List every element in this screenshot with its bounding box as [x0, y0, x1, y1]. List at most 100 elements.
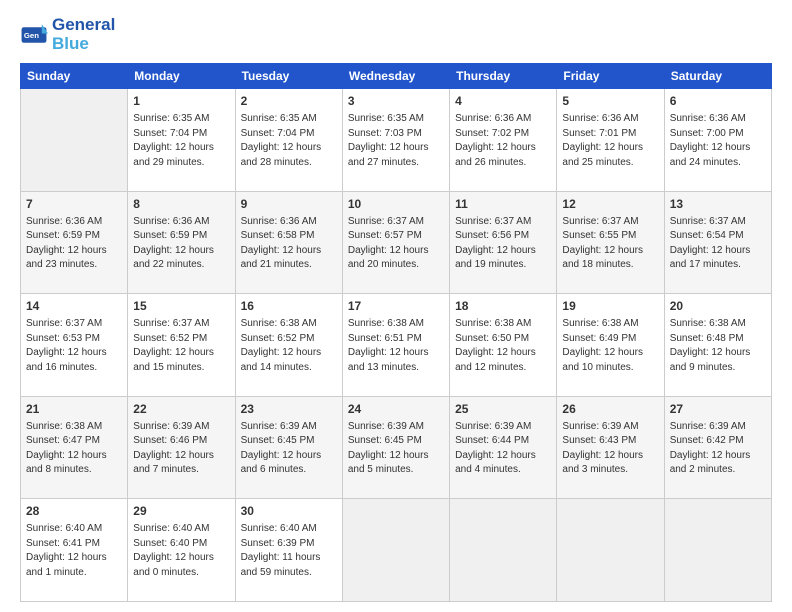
- calendar-cell: 29Sunrise: 6:40 AM Sunset: 6:40 PM Dayli…: [128, 499, 235, 602]
- calendar-cell: [557, 499, 664, 602]
- day-number: 21: [26, 401, 122, 418]
- day-number: 7: [26, 196, 122, 213]
- calendar-cell: 9 Sunrise: 6:36 AM Sunset: 6:58 PM Daylig…: [235, 191, 342, 294]
- day-number: 30: [241, 503, 337, 520]
- day-info: Sunrise: 6:37 AM Sunset: 6:54 PM Dayligh…: [670, 215, 766, 273]
- day-number: 6: [670, 93, 766, 110]
- calendar-cell: 27 Sunrise: 6:39 AM Sunset: 6:42 PM Dayli…: [664, 396, 771, 499]
- day-info: Sunrise: 6:37 AM Sunset: 6:52 PM Dayligh…: [133, 317, 229, 375]
- calendar-cell: 5 Sunrise: 6:36 AM Sunset: 7:01 PM Daylig…: [557, 89, 664, 192]
- day-number: 13: [670, 196, 766, 213]
- calendar-cell: 6 Sunrise: 6:36 AM Sunset: 7:00 PM Daylig…: [664, 89, 771, 192]
- calendar-cell: 25 Sunrise: 6:39 AM Sunset: 6:44 PM Dayli…: [450, 396, 557, 499]
- calendar-header-row: SundayMondayTuesdayWednesdayThursdayFrid…: [21, 64, 772, 89]
- day-number: 1: [133, 93, 229, 110]
- day-number: 26: [562, 401, 658, 418]
- calendar-cell: 30 Sunrise: 6:40 AM Sunset: 6:39 PM Dayli…: [235, 499, 342, 602]
- calendar-cell: [450, 499, 557, 602]
- day-number: 5: [562, 93, 658, 110]
- weekday-header-wednesday: Wednesday: [342, 64, 449, 89]
- day-number: 27: [670, 401, 766, 418]
- day-info: Sunrise: 6:39 AM Sunset: 6:46 PM Dayligh…: [133, 420, 229, 478]
- day-number: 15: [133, 298, 229, 315]
- calendar-cell: 22Sunrise: 6:39 AM Sunset: 6:46 PM Dayli…: [128, 396, 235, 499]
- day-info: Sunrise: 6:39 AM Sunset: 6:43 PM Dayligh…: [562, 420, 658, 478]
- weekday-header-tuesday: Tuesday: [235, 64, 342, 89]
- calendar-cell: 8 Sunrise: 6:36 AM Sunset: 6:59 PM Daylig…: [128, 191, 235, 294]
- day-info: Sunrise: 6:39 AM Sunset: 6:45 PM Dayligh…: [241, 420, 337, 478]
- day-number: 9: [241, 196, 337, 213]
- page: Gen General Blue SundayMondayTuesdayWedn…: [0, 0, 792, 612]
- calendar-week-2: 7 Sunrise: 6:36 AM Sunset: 6:59 PM Daylig…: [21, 191, 772, 294]
- calendar-cell: 19 Sunrise: 6:38 AM Sunset: 6:49 PM Dayli…: [557, 294, 664, 397]
- calendar-cell: 18Sunrise: 6:38 AM Sunset: 6:50 PM Dayli…: [450, 294, 557, 397]
- calendar-cell: 17 Sunrise: 6:38 AM Sunset: 6:51 PM Dayli…: [342, 294, 449, 397]
- day-info: Sunrise: 6:38 AM Sunset: 6:51 PM Dayligh…: [348, 317, 444, 375]
- day-info: Sunrise: 6:36 AM Sunset: 6:58 PM Dayligh…: [241, 215, 337, 273]
- calendar-week-4: 21 Sunrise: 6:38 AM Sunset: 6:47 PM Dayli…: [21, 396, 772, 499]
- day-info: Sunrise: 6:39 AM Sunset: 6:44 PM Dayligh…: [455, 420, 551, 478]
- calendar-cell: 20 Sunrise: 6:38 AM Sunset: 6:48 PM Dayli…: [664, 294, 771, 397]
- day-number: 23: [241, 401, 337, 418]
- day-number: 17: [348, 298, 444, 315]
- calendar-cell: 13 Sunrise: 6:37 AM Sunset: 6:54 PM Dayli…: [664, 191, 771, 294]
- logo: Gen General Blue: [20, 16, 115, 53]
- calendar-cell: [342, 499, 449, 602]
- day-info: Sunrise: 6:36 AM Sunset: 6:59 PM Dayligh…: [133, 215, 229, 273]
- day-info: Sunrise: 6:38 AM Sunset: 6:52 PM Dayligh…: [241, 317, 337, 375]
- day-number: 2: [241, 93, 337, 110]
- svg-text:Gen: Gen: [24, 31, 39, 40]
- day-info: Sunrise: 6:36 AM Sunset: 6:59 PM Dayligh…: [26, 215, 122, 273]
- day-info: Sunrise: 6:38 AM Sunset: 6:49 PM Dayligh…: [562, 317, 658, 375]
- day-info: Sunrise: 6:37 AM Sunset: 6:56 PM Dayligh…: [455, 215, 551, 273]
- day-info: Sunrise: 6:36 AM Sunset: 7:01 PM Dayligh…: [562, 112, 658, 170]
- weekday-header-sunday: Sunday: [21, 64, 128, 89]
- day-info: Sunrise: 6:38 AM Sunset: 6:47 PM Dayligh…: [26, 420, 122, 478]
- day-number: 18: [455, 298, 551, 315]
- day-number: 25: [455, 401, 551, 418]
- header: Gen General Blue: [20, 16, 772, 53]
- day-info: Sunrise: 6:39 AM Sunset: 6:45 PM Dayligh…: [348, 420, 444, 478]
- day-number: 14: [26, 298, 122, 315]
- weekday-header-monday: Monday: [128, 64, 235, 89]
- day-info: Sunrise: 6:39 AM Sunset: 6:42 PM Dayligh…: [670, 420, 766, 478]
- calendar-table: SundayMondayTuesdayWednesdayThursdayFrid…: [20, 63, 772, 602]
- day-info: Sunrise: 6:35 AM Sunset: 7:04 PM Dayligh…: [133, 112, 229, 170]
- calendar-week-1: 1 Sunrise: 6:35 AM Sunset: 7:04 PM Daylig…: [21, 89, 772, 192]
- calendar-cell: 14 Sunrise: 6:37 AM Sunset: 6:53 PM Dayli…: [21, 294, 128, 397]
- weekday-header-friday: Friday: [557, 64, 664, 89]
- calendar-cell: 10Sunrise: 6:37 AM Sunset: 6:57 PM Dayli…: [342, 191, 449, 294]
- day-info: Sunrise: 6:36 AM Sunset: 7:00 PM Dayligh…: [670, 112, 766, 170]
- day-info: Sunrise: 6:37 AM Sunset: 6:53 PM Dayligh…: [26, 317, 122, 375]
- day-number: 19: [562, 298, 658, 315]
- day-number: 11: [455, 196, 551, 213]
- day-info: Sunrise: 6:40 AM Sunset: 6:40 PM Dayligh…: [133, 522, 229, 580]
- calendar-cell: 16 Sunrise: 6:38 AM Sunset: 6:52 PM Dayli…: [235, 294, 342, 397]
- day-number: 16: [241, 298, 337, 315]
- weekday-header-thursday: Thursday: [450, 64, 557, 89]
- day-number: 4: [455, 93, 551, 110]
- calendar-cell: 11 Sunrise: 6:37 AM Sunset: 6:56 PM Dayli…: [450, 191, 557, 294]
- day-info: Sunrise: 6:35 AM Sunset: 7:04 PM Dayligh…: [241, 112, 337, 170]
- logo-icon: Gen: [20, 21, 48, 49]
- calendar-cell: 26 Sunrise: 6:39 AM Sunset: 6:43 PM Dayli…: [557, 396, 664, 499]
- day-number: 20: [670, 298, 766, 315]
- calendar-cell: 7 Sunrise: 6:36 AM Sunset: 6:59 PM Daylig…: [21, 191, 128, 294]
- day-number: 10: [348, 196, 444, 213]
- day-info: Sunrise: 6:37 AM Sunset: 6:55 PM Dayligh…: [562, 215, 658, 273]
- calendar-cell: 28Sunrise: 6:40 AM Sunset: 6:41 PM Dayli…: [21, 499, 128, 602]
- calendar-cell: 23 Sunrise: 6:39 AM Sunset: 6:45 PM Dayli…: [235, 396, 342, 499]
- day-number: 3: [348, 93, 444, 110]
- day-number: 28: [26, 503, 122, 520]
- calendar-cell: 24Sunrise: 6:39 AM Sunset: 6:45 PM Dayli…: [342, 396, 449, 499]
- day-info: Sunrise: 6:36 AM Sunset: 7:02 PM Dayligh…: [455, 112, 551, 170]
- weekday-header-saturday: Saturday: [664, 64, 771, 89]
- calendar-cell: 2 Sunrise: 6:35 AM Sunset: 7:04 PM Daylig…: [235, 89, 342, 192]
- day-info: Sunrise: 6:40 AM Sunset: 6:39 PM Dayligh…: [241, 522, 337, 580]
- calendar-week-5: 28Sunrise: 6:40 AM Sunset: 6:41 PM Dayli…: [21, 499, 772, 602]
- calendar-week-3: 14 Sunrise: 6:37 AM Sunset: 6:53 PM Dayli…: [21, 294, 772, 397]
- day-info: Sunrise: 6:38 AM Sunset: 6:48 PM Dayligh…: [670, 317, 766, 375]
- day-number: 8: [133, 196, 229, 213]
- day-number: 12: [562, 196, 658, 213]
- calendar-cell: 12 Sunrise: 6:37 AM Sunset: 6:55 PM Dayli…: [557, 191, 664, 294]
